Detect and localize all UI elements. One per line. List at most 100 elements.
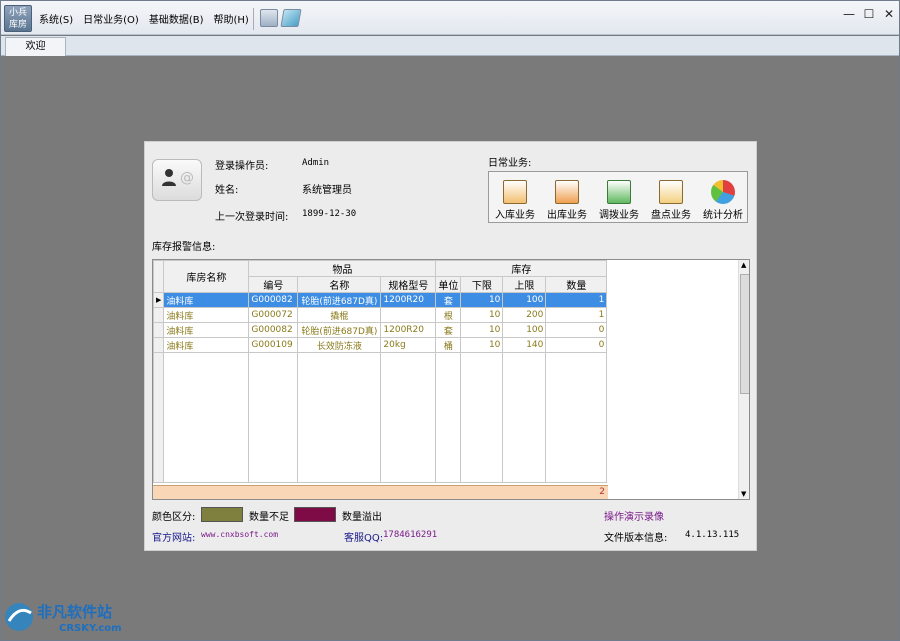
inbound-icon: [503, 180, 527, 204]
cell-warehouse: 油料库: [163, 322, 250, 338]
col-warehouse[interactable]: 库房名称: [163, 260, 250, 293]
qq-label: 客服QQ:: [344, 533, 384, 544]
cell-qty: 1: [545, 292, 608, 308]
col-name[interactable]: 名称: [297, 276, 382, 293]
inventory-check-button[interactable]: 盘点业务: [647, 178, 695, 222]
row-header-corner: [153, 260, 165, 293]
cell-high: 200: [502, 307, 547, 323]
col-qty[interactable]: 数量: [545, 276, 608, 293]
name-label: 姓名:: [215, 185, 239, 196]
svg-text:@: @: [180, 170, 194, 185]
scroll-down-icon[interactable]: ▼: [741, 490, 746, 498]
cell-unit: 套: [435, 292, 462, 308]
transfer-icon: [607, 180, 631, 204]
alarm-table: 库房名称 物品 库存 编号 名称 规格型号 单位 下限 上限 数量 ▶ 油料库 …: [153, 260, 608, 483]
cell-name: 轮胎(前进687D真): [297, 322, 382, 338]
tab-bar: 欢迎: [1, 36, 899, 56]
inventory-check-label: 盘点业务: [651, 210, 691, 221]
cell-unit: 桶: [435, 337, 462, 353]
menu-bar: 系统(S) 日常业务(O) 基础数据(B) 帮助(H): [39, 11, 249, 26]
name-value: 系统管理员: [302, 185, 352, 196]
cell-high: 140: [502, 337, 547, 353]
version-label: 文件版本信息:: [604, 533, 668, 544]
col-low[interactable]: 下限: [460, 276, 504, 293]
pie-chart-icon: [711, 180, 735, 204]
col-spec[interactable]: 规格型号: [380, 276, 437, 293]
col-unit[interactable]: 单位: [435, 276, 462, 293]
menu-system[interactable]: 系统(S): [39, 11, 73, 26]
cell-warehouse: 油料库: [163, 337, 250, 353]
operator-label: 登录操作员:: [215, 161, 269, 172]
cell-low: 10: [460, 307, 504, 323]
overflow-swatch: [294, 507, 336, 522]
cell-unit: 根: [435, 307, 462, 323]
website-link[interactable]: www.cnxbsoft.com: [201, 530, 278, 539]
cell-high: 100: [502, 322, 547, 338]
close-button[interactable]: ✕: [881, 7, 897, 21]
cell-spec: [380, 307, 437, 323]
inbound-label: 入库业务: [495, 210, 535, 221]
cell-low: 10: [460, 337, 504, 353]
alarm-title: 库存报警信息:: [152, 242, 216, 253]
statistics-button[interactable]: 统计分析: [699, 178, 747, 222]
cell-spec: 1200R20: [380, 292, 437, 308]
col-high[interactable]: 上限: [502, 276, 547, 293]
transfer-button[interactable]: 调拨业务: [595, 178, 643, 222]
cell-warehouse: 油料库: [163, 292, 250, 308]
transfer-label: 调拨业务: [599, 210, 639, 221]
menu-basic-data[interactable]: 基础数据(B): [149, 11, 204, 26]
cell-name: 长效防冻液: [297, 337, 382, 353]
col-group-stock: 库存: [435, 260, 608, 277]
calculator-icon[interactable]: [260, 9, 278, 27]
operator-value: Admin: [302, 158, 330, 168]
watermark-text: 非凡软件站: [37, 603, 113, 621]
last-login-label: 上一次登录时间:: [215, 212, 289, 223]
notebook-icon[interactable]: [280, 9, 302, 27]
cell-low: 10: [460, 292, 504, 308]
demo-video-link[interactable]: 操作演示录像: [604, 508, 664, 523]
cell-low: 10: [460, 322, 504, 338]
watermark: 非凡软件站 CRSKY.com: [1, 593, 133, 641]
user-avatar-icon: @: [152, 159, 202, 201]
inventory-check-icon: [659, 180, 683, 204]
version-value: 4.1.13.115: [685, 530, 740, 540]
table-row[interactable]: ▶ 油料库 G000082 轮胎(前进687D真) 1200R20 套 10 1…: [153, 292, 608, 308]
table-row[interactable]: 油料库 G000072 撬棍 根 10 200 1: [153, 307, 608, 323]
daily-business-box: 入库业务 出库业务 调拨业务 盘点业务 统计分析: [488, 171, 748, 223]
table-row[interactable]: 油料库 G000082 轮胎(前进687D真) 1200R20 套 10 100…: [153, 322, 608, 338]
menu-daily[interactable]: 日常业务(O): [83, 11, 139, 26]
cell-qty: 0: [545, 337, 608, 353]
scroll-up-icon[interactable]: ▲: [741, 261, 746, 269]
tab-welcome[interactable]: 欢迎: [5, 37, 66, 56]
cell-code: G000072: [248, 307, 299, 323]
restore-button[interactable]: ☐: [861, 7, 877, 21]
cell-spec: 20kg: [380, 337, 437, 353]
daily-title: 日常业务:: [488, 158, 532, 169]
outbound-button[interactable]: 出库业务: [543, 178, 591, 222]
cell-code: G000109: [248, 337, 299, 353]
empty-rows: [153, 352, 608, 483]
cell-code: G000082: [248, 292, 299, 308]
cell-spec: 1200R20: [380, 322, 437, 338]
inbound-button[interactable]: 入库业务: [491, 178, 539, 222]
cell-name: 撬棍: [297, 307, 382, 323]
outbound-icon: [555, 180, 579, 204]
cell-unit: 套: [435, 322, 462, 338]
col-code[interactable]: 编号: [248, 276, 299, 293]
overflow-label: 数量溢出: [342, 512, 382, 523]
menu-help[interactable]: 帮助(H): [214, 11, 249, 26]
welcome-panel: @ 登录操作员: Admin 姓名: 系统管理员 上一次登录时间: 1899-1…: [144, 141, 757, 551]
shortage-label: 数量不足: [249, 512, 289, 523]
watermark-sub: CRSKY.com: [59, 623, 122, 634]
cell-code: G000082: [248, 322, 299, 338]
stock-alarm-grid[interactable]: 库房名称 物品 库存 编号 名称 规格型号 单位 下限 上限 数量 ▶ 油料库 …: [152, 259, 750, 500]
col-group-goods: 物品: [248, 260, 437, 277]
table-row[interactable]: 油料库 G000109 长效防冻液 20kg 桶 10 140 0: [153, 337, 608, 353]
main-window: 小兵 库房 系统(S) 日常业务(O) 基础数据(B) 帮助(H) — ☐ ✕ …: [0, 0, 900, 641]
outbound-label: 出库业务: [547, 210, 587, 221]
shortage-swatch: [201, 507, 243, 522]
grid-scrollbar[interactable]: ▲ ▼: [738, 260, 749, 499]
cell-warehouse: 油料库: [163, 307, 250, 323]
scroll-thumb[interactable]: [740, 274, 749, 394]
minimize-button[interactable]: —: [841, 7, 857, 21]
